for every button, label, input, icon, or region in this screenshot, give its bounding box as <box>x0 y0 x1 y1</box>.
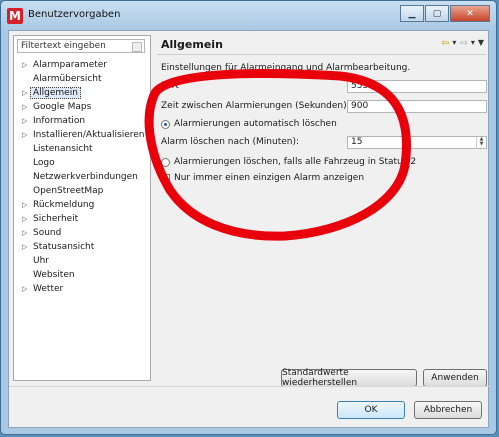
interval-field[interactable]: 900 <box>347 100 487 113</box>
expand-arrow-icon[interactable]: ▷ <box>22 128 27 142</box>
spinner-arrows-icon[interactable]: ▲ ▼ <box>476 137 486 148</box>
sidebar-item-label: Statusansicht <box>33 242 95 252</box>
sidebar-item[interactable]: ▷ Sound <box>17 226 151 240</box>
ok-button[interactable]: OK <box>337 401 405 419</box>
auto-delete-option[interactable]: Alarmierungen automatisch löschen <box>161 119 337 129</box>
sidebar-item[interactable]: Logo <box>17 156 151 170</box>
apply-button[interactable]: Anwenden <box>423 369 487 387</box>
interval-label: Zeit zwischen Alarmierungen (Sekunden): <box>161 101 350 111</box>
filter-placeholder: Filtertext eingeben <box>21 41 106 51</box>
maximize-button[interactable]: ▢ <box>425 5 449 22</box>
expand-arrow-icon[interactable]: ▷ <box>22 100 27 114</box>
close-icon: ✕ <box>466 8 474 19</box>
minimize-icon: ▁ <box>408 8 416 19</box>
sidebar-item-label: OpenStreetMap <box>33 186 104 196</box>
sidebar-item-label: Allgemein <box>30 87 81 99</box>
sidebar-item-label: Installieren/Aktualisieren <box>33 130 145 140</box>
sidebar-item[interactable]: Websiten <box>17 268 151 282</box>
page-navigation: ⇦ ▾ ⇨ ▾ ▼ <box>441 38 484 49</box>
back-arrow-icon[interactable]: ⇦ <box>441 38 449 49</box>
single-alarm-checkbox[interactable] <box>161 173 170 183</box>
maximize-icon: ▢ <box>432 8 442 19</box>
auto-delete-label: Alarmierungen automatisch löschen <box>174 119 337 129</box>
sidebar-item[interactable]: ▷ Installieren/Aktualisieren <box>17 128 151 142</box>
preference-tree-panel: Filtertext eingeben ▷ Alarmparameter Alarm… <box>13 35 151 381</box>
app-logo-icon: M <box>7 8 23 24</box>
footer-divider <box>9 386 490 387</box>
sidebar-item[interactable]: ▷ Wetter <box>17 282 151 296</box>
close-button[interactable]: ✕ <box>450 5 490 22</box>
status-delete-option[interactable]: Alarmierungen löschen, falls alle Fahrze… <box>161 157 416 167</box>
preference-page: Allgemein ⇦ ▾ ⇨ ▾ ▼ Einstellungen für Al… <box>157 35 487 388</box>
minimize-button[interactable]: ▁ <box>400 5 424 22</box>
expand-arrow-icon[interactable]: ▷ <box>22 86 27 100</box>
restore-defaults-button[interactable]: Standardwerte wiederherstellen <box>281 368 417 388</box>
window-controls: ▁ ▢ ✕ <box>400 5 490 22</box>
sidebar-item-label: Google Maps <box>33 102 92 112</box>
sidebar-item-label: Websiten <box>33 270 75 280</box>
sidebar-item-label: Listenansicht <box>33 144 93 154</box>
sidebar-item[interactable]: OpenStreetMap <box>17 184 151 198</box>
filter-input[interactable]: Filtertext eingeben <box>17 39 145 53</box>
sidebar-item[interactable]: ▷ Allgemein <box>17 86 151 100</box>
expand-arrow-icon[interactable]: ▷ <box>22 212 27 226</box>
sidebar-item[interactable]: ▷ Statusansicht <box>17 240 151 254</box>
sidebar-item[interactable]: Listenansicht <box>17 142 151 156</box>
port-field[interactable]: 5556 <box>347 80 487 93</box>
port-label: Port <box>161 81 179 91</box>
view-menu-icon[interactable]: ▼ <box>478 38 484 49</box>
window-title: Benutzervorgaben <box>28 9 121 20</box>
sidebar-item[interactable]: ▷ Information <box>17 114 151 128</box>
sidebar-item-label: Wetter <box>33 284 64 294</box>
page-title: Allgemein <box>161 38 223 51</box>
sidebar-item[interactable]: Uhr <box>17 254 151 268</box>
status-delete-radio[interactable] <box>161 157 170 167</box>
sidebar-item-label: Alarmparameter <box>33 60 107 70</box>
sidebar-item[interactable]: ▷ Google Maps <box>17 100 151 114</box>
sidebar-item-label: Alarmübersicht <box>33 74 102 84</box>
sidebar-item-label: Rückmeldung <box>33 200 95 210</box>
sidebar-item-label: Information <box>33 116 86 126</box>
clear-filter-icon[interactable] <box>132 42 142 52</box>
sidebar-item[interactable]: ▷ Sicherheit <box>17 212 151 226</box>
sidebar-item[interactable]: Alarmübersicht <box>17 72 151 86</box>
expand-arrow-icon[interactable]: ▷ <box>22 282 27 296</box>
sidebar-item-label: Netzwerkverbindungen <box>33 172 138 182</box>
preference-tree: ▷ Alarmparameter Alarmübersicht ▷ Allgemein ▷… <box>17 58 151 296</box>
delete-after-value: 15 <box>351 137 363 147</box>
expand-arrow-icon[interactable]: ▷ <box>22 226 27 240</box>
auto-delete-radio[interactable] <box>161 119 170 129</box>
sidebar-item-label: Uhr <box>33 256 49 266</box>
cancel-button[interactable]: Abbrechen <box>414 401 482 419</box>
forward-menu-icon[interactable]: ▾ <box>471 38 475 49</box>
sidebar-item-label: Sound <box>33 228 62 238</box>
sidebar-item[interactable]: ▷ Rückmeldung <box>17 198 151 212</box>
sidebar-item[interactable]: ▷ Alarmparameter <box>17 58 151 72</box>
sidebar-item-label: Sicherheit <box>33 214 79 224</box>
dialog-body: Filtertext eingeben ▷ Alarmparameter Alarm… <box>8 30 490 428</box>
header-divider <box>157 54 486 55</box>
back-menu-icon[interactable]: ▾ <box>452 38 456 49</box>
forward-arrow-icon[interactable]: ⇨ <box>459 38 467 49</box>
expand-arrow-icon[interactable]: ▷ <box>22 58 27 72</box>
single-alarm-label: Nur immer einen einzigen Alarm anzeigen <box>174 173 365 183</box>
delete-after-field[interactable]: 15 ▲ ▼ <box>347 136 487 149</box>
sidebar-item[interactable]: Netzwerkverbindungen <box>17 170 151 184</box>
page-header: Allgemein ⇦ ▾ ⇨ ▾ ▼ <box>157 35 486 55</box>
expand-arrow-icon[interactable]: ▷ <box>22 240 27 254</box>
page-description: Einstellungen für Alarmeingang und Alarm… <box>161 63 411 73</box>
preferences-window: M Benutzervorgaben ▁ ▢ ✕ Filtertext eing… <box>0 0 497 435</box>
status-delete-label: Alarmierungen löschen, falls alle Fahrze… <box>174 157 417 167</box>
delete-after-label: Alarm löschen nach (Minuten): <box>161 137 300 147</box>
sidebar-item-label: Logo <box>33 158 55 168</box>
expand-arrow-icon[interactable]: ▷ <box>22 114 27 128</box>
expand-arrow-icon[interactable]: ▷ <box>22 198 27 212</box>
single-alarm-option[interactable]: Nur immer einen einzigen Alarm anzeigen <box>161 173 364 183</box>
title-bar[interactable]: M Benutzervorgaben ▁ ▢ ✕ <box>1 1 496 31</box>
